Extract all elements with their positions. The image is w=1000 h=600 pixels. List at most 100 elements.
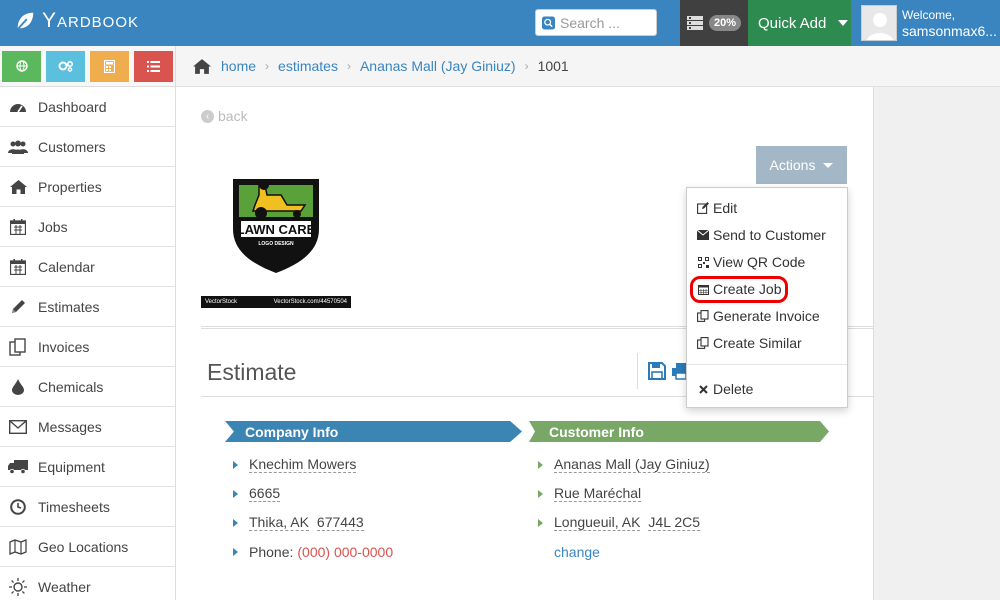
list-item: Rue Maréchal [538, 479, 710, 508]
breadcrumb-home[interactable]: home [221, 58, 256, 74]
sidebar-item-timesheets[interactable]: Timesheets [0, 487, 175, 527]
sidebar-item-properties[interactable]: Properties [0, 167, 175, 207]
bullet-icon [538, 489, 543, 498]
list-item: change [538, 537, 710, 566]
copy-icon [697, 337, 709, 349]
menu-item-generate-invoice[interactable]: Generate Invoice [697, 306, 820, 326]
actions-button[interactable]: Actions [756, 146, 847, 184]
sidebar: Dashboard Customers Properties Jobs Cale… [0, 46, 176, 600]
pencil-icon [8, 297, 28, 317]
sidebar-item-invoices[interactable]: Invoices [0, 327, 175, 367]
breadcrumb-estimates[interactable]: estimates [278, 58, 338, 74]
close-icon [697, 383, 709, 395]
customer-name[interactable]: Ananas Mall (Jay Giniuz) [554, 456, 710, 473]
sidebar-item-label: Estimates [38, 298, 100, 315]
watermark-bar: VectorStock VectorStock.com/44570504 [201, 296, 351, 308]
sidebar-item-label: Messages [38, 418, 102, 435]
sidebar-item-label: Properties [38, 178, 102, 195]
sidebar-item-chemicals[interactable]: Chemicals [0, 367, 175, 407]
list-item: Thika, AK 677443 [233, 508, 393, 537]
menu-item-delete[interactable]: Delete [697, 379, 753, 399]
clock-icon [8, 497, 28, 517]
customer-street[interactable]: Rue Maréchal [554, 485, 642, 502]
chevron-down-icon [823, 162, 834, 168]
menu-item-create-similar[interactable]: Create Similar [697, 333, 802, 353]
quick-button-list[interactable] [134, 50, 173, 82]
sidebar-item-weather[interactable]: Weather [0, 567, 175, 600]
map-icon [8, 537, 28, 557]
customer-city-state[interactable]: Longueuil, AK [554, 514, 641, 531]
company-zip[interactable]: 677443 [316, 514, 364, 531]
sidebar-item-calendar[interactable]: Calendar [0, 247, 175, 287]
menu-item-send-to-customer[interactable]: Send to Customer [697, 225, 826, 245]
menu-item-view-qr-code[interactable]: View QR Code [697, 252, 805, 272]
menu-item-edit[interactable]: Edit [697, 198, 737, 218]
sidebar-item-equipment[interactable]: Equipment [0, 447, 175, 487]
sidebar-item-geo-locations[interactable]: Geo Locations [0, 527, 175, 567]
chevron-right-icon: › [346, 59, 351, 73]
back-link[interactable]: ‹ back [201, 108, 248, 124]
quick-button-globe[interactable] [2, 50, 41, 82]
breadcrumb: home › estimates › Ananas Mall (Jay Gini… [176, 46, 1000, 87]
truck-icon [8, 457, 28, 477]
watermark-right: VectorStock.com/44570504 [273, 299, 347, 305]
quick-button-calculator[interactable] [90, 50, 129, 82]
search-box[interactable] [535, 9, 657, 36]
customer-info-list: Ananas Mall (Jay Giniuz) Rue Maréchal Lo… [538, 450, 710, 566]
sidebar-item-messages[interactable]: Messages [0, 407, 175, 447]
avatar[interactable] [861, 5, 897, 41]
bullet-icon [538, 460, 543, 469]
sidebar-item-label: Calendar [38, 258, 95, 275]
user-silhouette-icon [862, 6, 896, 40]
customer-info-title: Customer Info [549, 423, 644, 440]
qrcode-icon [697, 256, 709, 268]
list-icon [147, 60, 160, 72]
sidebar-item-dashboard[interactable]: Dashboard [0, 87, 175, 127]
create-job-highlight [690, 276, 788, 303]
search-input[interactable] [560, 14, 656, 31]
quick-add-button[interactable]: Quick Add [748, 0, 851, 46]
save-icon[interactable] [648, 362, 666, 380]
calendar-icon [8, 217, 28, 237]
sidebar-item-jobs[interactable]: Jobs [0, 207, 175, 247]
company-street[interactable]: 6665 [249, 485, 281, 502]
edit-icon [697, 202, 709, 214]
leaf-icon [16, 12, 34, 30]
change-customer-link[interactable]: change [554, 544, 600, 560]
dashboard-icon [8, 97, 28, 117]
customer-zip[interactable]: J4L 2C5 [648, 514, 701, 531]
sidebar-item-customers[interactable]: Customers [0, 127, 175, 167]
company-info-title: Company Info [245, 423, 339, 440]
sidebar-item-label: Timesheets [38, 498, 110, 515]
lawn-care-logo: LAWN CARE LOGO DESIGN [233, 179, 319, 273]
breadcrumb-customer[interactable]: Ananas Mall (Jay Giniuz) [360, 58, 516, 74]
page-title: Estimate [207, 359, 297, 385]
menu-divider [687, 364, 847, 365]
right-gutter [873, 87, 1000, 600]
company-city-state[interactable]: Thika, AK [249, 514, 309, 531]
arrow-left-icon: ‹ [201, 109, 214, 123]
storage-badge: 20% [708, 15, 742, 31]
sidebar-item-estimates[interactable]: Estimates [0, 287, 175, 327]
menu-item-label: Delete [713, 381, 754, 397]
company-name[interactable]: Knechim Mowers [249, 456, 357, 473]
list-item: Phone: (000) 000-0000 [233, 537, 393, 566]
company-phone[interactable]: (000) 000-0000 [297, 544, 393, 560]
storage-indicator[interactable]: 20% [680, 0, 748, 46]
list-item: Ananas Mall (Jay Giniuz) [538, 450, 710, 479]
bullet-icon [233, 518, 238, 527]
home-icon[interactable] [193, 58, 211, 74]
copy-icon [697, 310, 709, 322]
back-label: back [218, 108, 248, 124]
user-menu[interactable]: Welcome, samsonmax6... [853, 0, 1000, 46]
user-welcome: Welcome, [902, 8, 956, 22]
sidebar-item-label: Weather [38, 578, 91, 595]
breadcrumb-current: 1001 [537, 58, 569, 74]
quick-add-label: Quick Add [758, 14, 827, 32]
quick-button-gears[interactable] [46, 50, 85, 82]
chevron-right-icon: › [265, 59, 270, 73]
sidebar-item-label: Chemicals [38, 378, 104, 395]
drop-icon [8, 377, 28, 397]
app-logo[interactable]: Yardbook [14, 9, 139, 33]
list-item: Longueuil, AK J4L 2C5 [538, 508, 710, 537]
